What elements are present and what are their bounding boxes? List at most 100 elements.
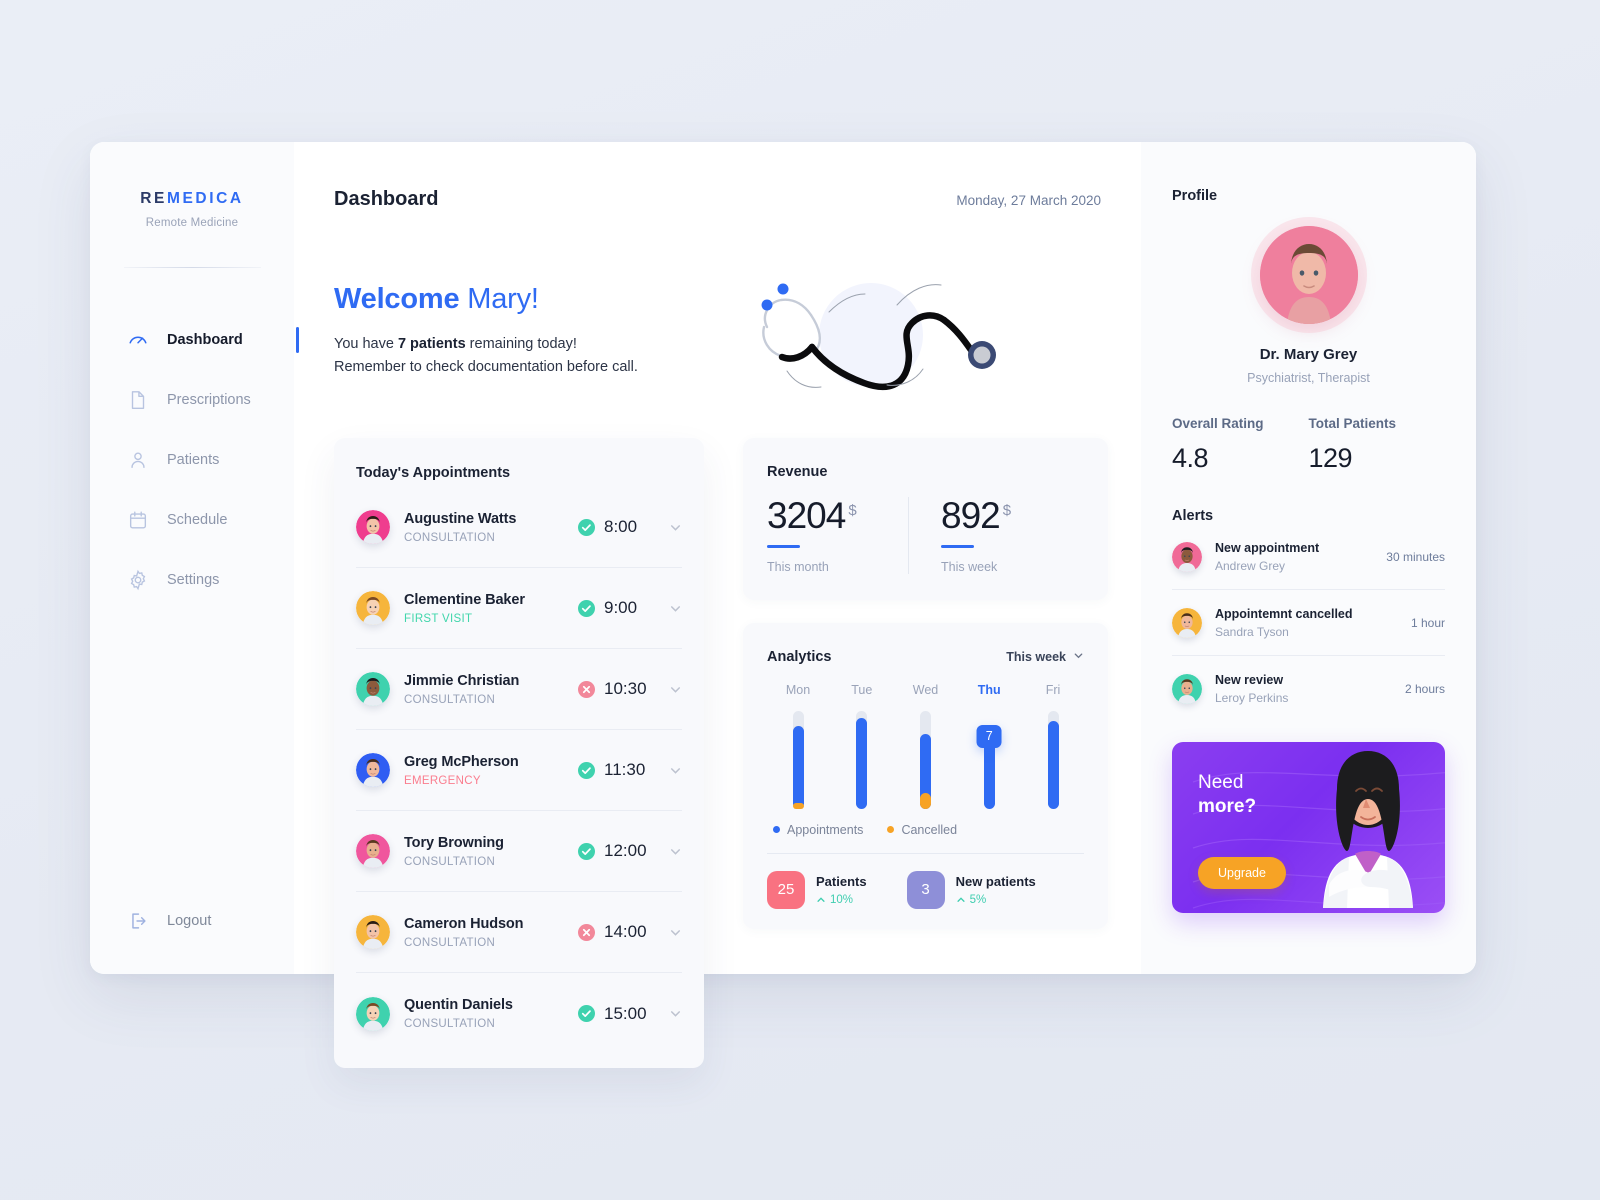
revenue-month-number: 3204 <box>767 495 846 536</box>
stat-delta-value: 5% <box>969 893 987 906</box>
sidebar-item-patients[interactable]: Patients <box>90 430 294 490</box>
remaining-pre: You have <box>334 336 398 352</box>
revenue-card: Revenue 3204 $ This month 892 $ This week <box>743 438 1108 600</box>
appointment-time: 15:00 <box>604 1003 647 1023</box>
person-icon <box>127 449 149 471</box>
bar-appointments <box>983 739 995 809</box>
appointment-info: Augustine Watts CONSULTATION <box>404 511 578 544</box>
appointment-row[interactable]: Cameron Hudson CONSULTATION 14:00 <box>356 892 682 973</box>
revenue-month-value: 3204 $ <box>767 497 908 534</box>
upgrade-promo-card[interactable]: Need more? Upgrade <box>1172 742 1445 913</box>
appointment-info: Cameron Hudson CONSULTATION <box>404 916 578 949</box>
currency-symbol: $ <box>848 501 857 519</box>
patient-name: Quentin Daniels <box>404 997 513 1013</box>
avatar[interactable] <box>1259 226 1358 324</box>
alert-person: Andrew Grey <box>1215 558 1286 573</box>
legend-item: Cancelled <box>887 823 957 837</box>
appointment-row[interactable]: Quentin Daniels CONSULTATION 15:00 <box>356 973 682 1054</box>
appointment-row[interactable]: Jimmie Christian CONSULTATION 10:30 <box>356 649 682 730</box>
avatar <box>356 672 390 706</box>
chart-bar-column[interactable]: Wed <box>901 683 951 809</box>
appointment-row[interactable]: Tory Browning CONSULTATION 12:00 <box>356 811 682 892</box>
sidebar-item-schedule[interactable]: Schedule <box>90 490 294 550</box>
promo-line2: more? <box>1198 796 1257 817</box>
document-icon <box>127 389 149 411</box>
analytics-separator <box>767 852 1084 854</box>
alert-info: New review Leroy Perkins <box>1215 673 1405 705</box>
revenue-week-label: This week <box>941 559 998 574</box>
revenue-week-value: 892 $ <box>941 497 1082 534</box>
chart-bar <box>1047 710 1059 809</box>
remaining-count: 7 patients <box>397 336 466 352</box>
chart-bar-column[interactable]: Fri <box>1028 683 1078 809</box>
chart-bar-column[interactable]: Thu 7 <box>964 683 1014 809</box>
status-confirmed-icon <box>578 518 595 536</box>
kpi-value: 4.8 <box>1172 443 1209 473</box>
appointment-info: Clementine Baker FIRST VISIT <box>404 592 578 625</box>
chevron-down-icon[interactable] <box>669 521 682 534</box>
logo-tagline: Remote Medicine <box>145 217 239 229</box>
sidebar-divider <box>123 267 261 268</box>
chevron-down-icon[interactable] <box>669 683 682 696</box>
chart-bar-column[interactable]: Mon <box>773 683 823 809</box>
appointment-info: Tory Browning CONSULTATION <box>404 835 578 868</box>
stat-text: Patients 10% <box>816 874 867 906</box>
stat-item: 25 Patients 10% <box>767 870 867 909</box>
chart-tooltip: 7 <box>976 725 1002 748</box>
alert-row[interactable]: New review Leroy Perkins 2 hours <box>1172 656 1445 722</box>
logo-accent: MEDICA <box>166 190 244 207</box>
appointment-row[interactable]: Greg McPherson EMERGENCY 11:30 <box>356 730 682 811</box>
chart-x-label: Tue <box>851 682 873 697</box>
alert-row[interactable]: Appointemnt cancelled Sandra Tyson 1 hour <box>1172 590 1445 656</box>
sidebar-item-prescriptions[interactable]: Prescriptions <box>90 370 294 430</box>
avatar <box>356 834 390 868</box>
appointment-row[interactable]: Clementine Baker FIRST VISIT 9:00 <box>356 568 682 649</box>
chevron-down-icon[interactable] <box>669 845 682 858</box>
chart-bar <box>856 710 868 809</box>
appointment-meta: 14:00 <box>578 922 682 942</box>
sidebar-item-dashboard[interactable]: Dashboard <box>90 310 299 370</box>
patient-name: Tory Browning <box>404 834 504 851</box>
bar-appointments <box>792 726 804 809</box>
revenue-title: Revenue <box>767 464 828 480</box>
welcome-word: Welcome <box>334 283 460 315</box>
chevron-down-icon[interactable] <box>669 764 682 777</box>
status-confirmed-icon <box>578 1005 595 1022</box>
profile-section-title: Profile <box>1172 188 1218 204</box>
chart-bar-column[interactable]: Tue <box>837 683 887 809</box>
appointment-type: CONSULTATION <box>404 531 496 544</box>
avatar <box>356 996 390 1031</box>
patient-name: Jimmie Christian <box>404 672 520 689</box>
appointment-time: 14:00 <box>604 922 647 941</box>
status-confirmed-icon <box>578 761 595 779</box>
alert-title: New appointment <box>1215 540 1320 555</box>
sidebar-item-label: Dashboard <box>167 332 243 348</box>
chart-bar <box>920 710 931 809</box>
logout-button[interactable]: Logout <box>90 910 211 932</box>
welcome-text-block: Welcome Mary! You have 7 patients remain… <box>334 263 638 380</box>
kpi-overall-rating: Overall Rating 4.8 <box>1172 416 1309 474</box>
chevron-down-icon[interactable] <box>669 1007 682 1020</box>
analytics-range-dropdown[interactable]: This week <box>1006 650 1084 664</box>
upgrade-button[interactable]: Upgrade <box>1198 857 1286 889</box>
sidebar-item-settings[interactable]: Settings <box>90 550 294 610</box>
appointment-row[interactable]: Augustine Watts CONSULTATION 8:00 <box>356 487 682 568</box>
metrics-column: Revenue 3204 $ This month 892 $ This week <box>743 438 1108 1068</box>
legend-color-dot <box>773 826 780 833</box>
alert-row[interactable]: New appointment Andrew Grey 30 minutes <box>1172 524 1445 590</box>
currency-symbol: $ <box>1002 501 1012 519</box>
chevron-down-icon[interactable] <box>669 926 682 939</box>
chevron-down-icon[interactable] <box>669 602 682 615</box>
legend-label: Appointments <box>787 822 864 837</box>
avatar <box>356 510 390 544</box>
alert-info: New appointment Andrew Grey <box>1215 541 1386 573</box>
revenue-underline <box>941 545 974 548</box>
sidebar-item-label: Patients <box>167 452 220 468</box>
appointments-list: Augustine Watts CONSULTATION 8:00 Clementin… <box>356 487 682 1054</box>
appointment-time: 12:00 <box>604 841 647 860</box>
revenue-month: 3204 $ This month <box>767 497 908 574</box>
appointment-meta: 15:00 <box>578 1004 682 1024</box>
sidebar-nav: Dashboard Prescriptions Patients Schedul… <box>90 310 299 610</box>
avatar <box>1172 541 1202 572</box>
gauge-icon <box>127 329 149 351</box>
